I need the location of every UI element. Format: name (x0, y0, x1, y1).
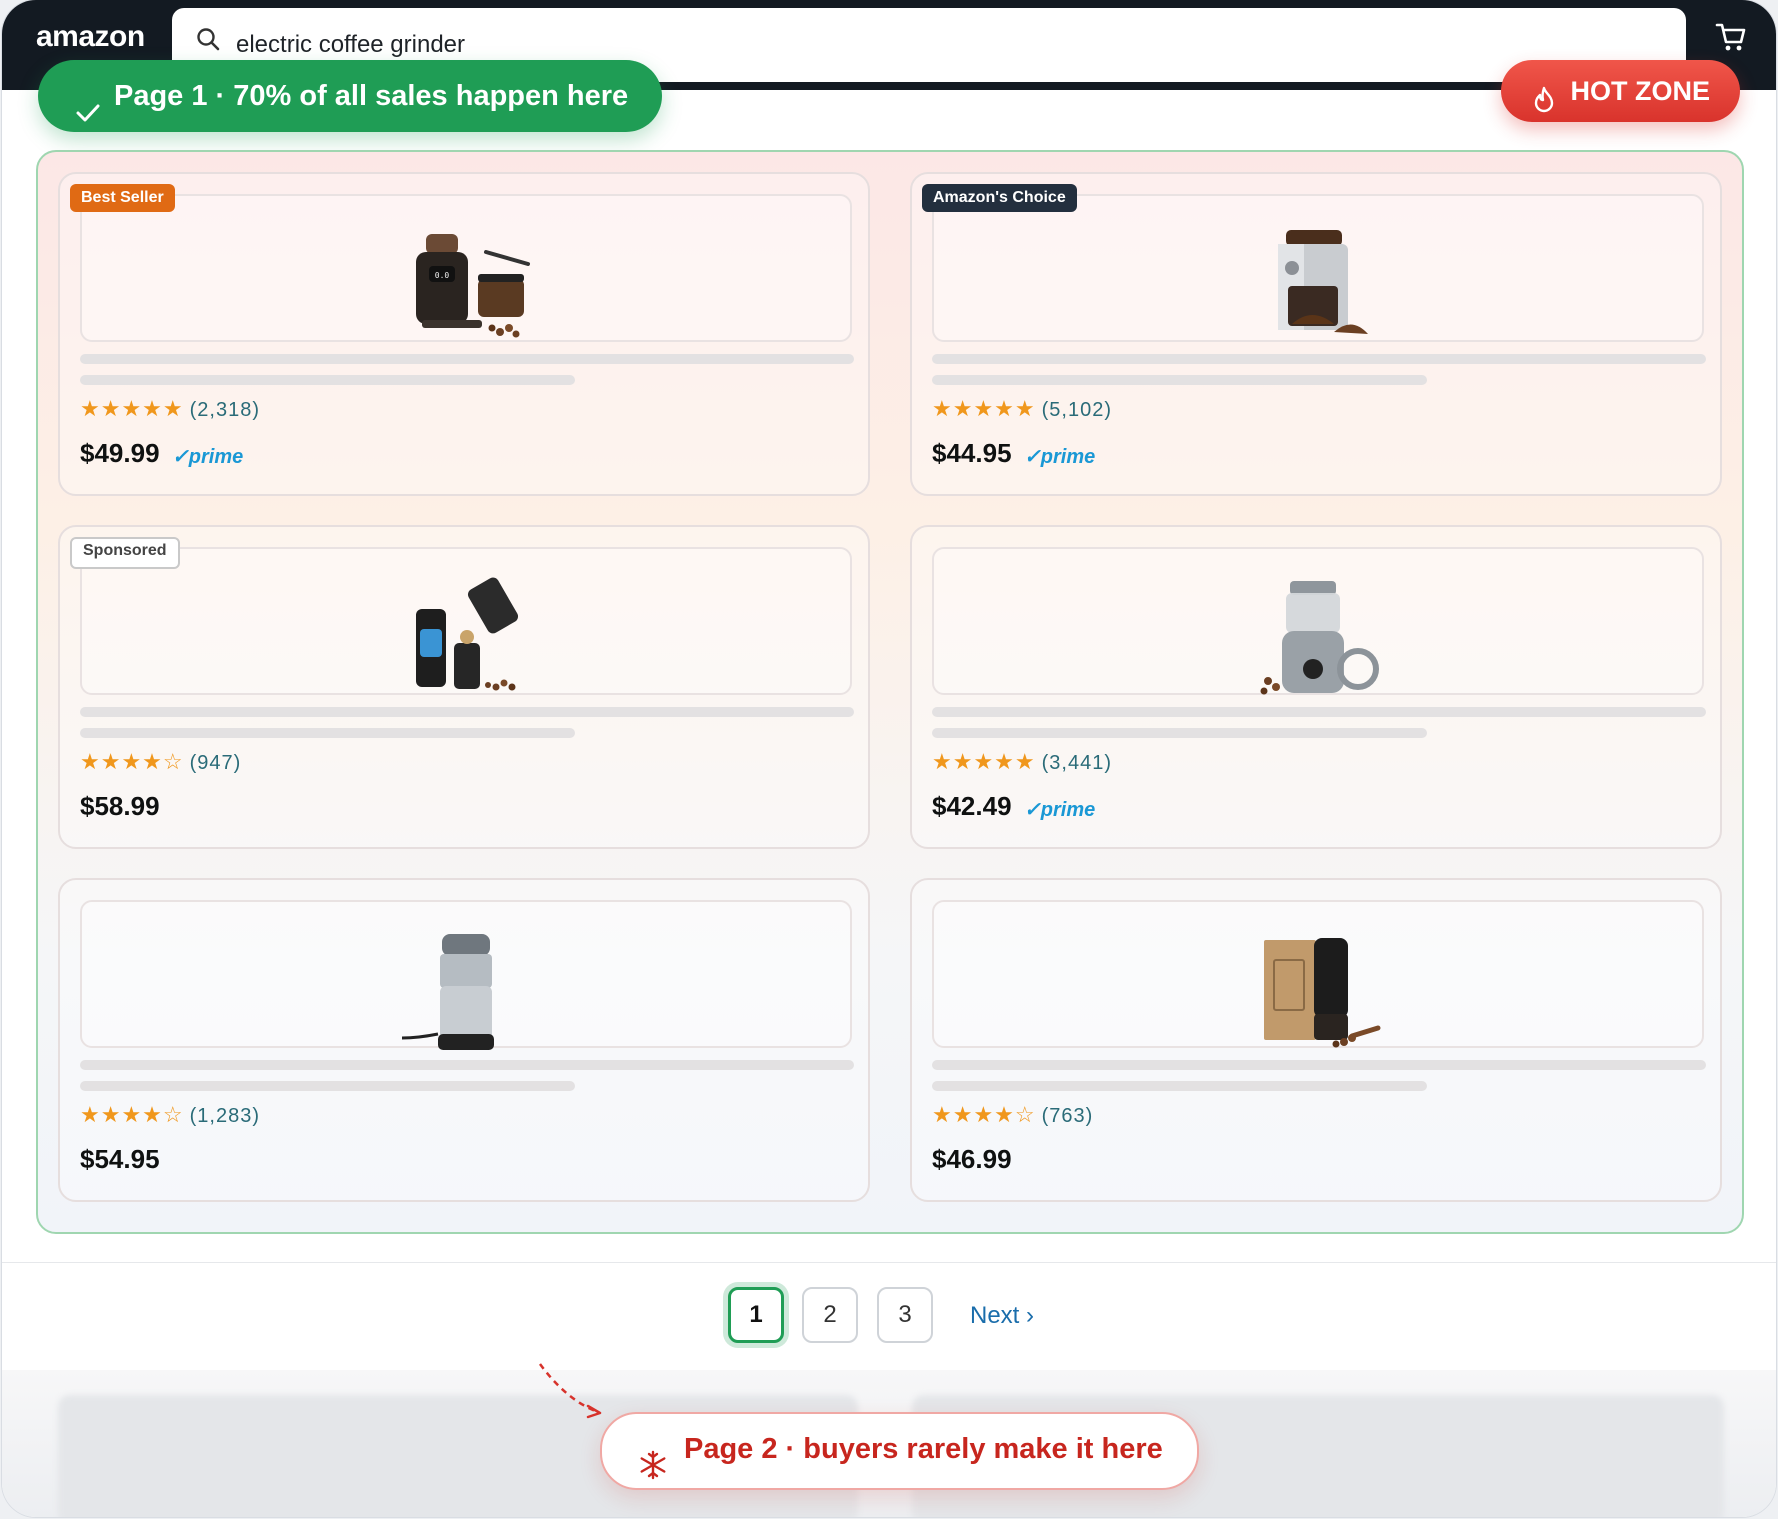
divider (2, 1262, 1776, 1263)
review-count[interactable]: (763) (1042, 1105, 1094, 1127)
product-card[interactable]: 0.0 Best Seller ★★★★★ (2,318) $49.99 ✓pri… (58, 172, 870, 496)
check-icon (74, 82, 102, 154)
title-placeholder (80, 354, 854, 364)
prime-badge: ✓prime (172, 446, 244, 468)
snowflake-icon (638, 1436, 668, 1506)
review-count[interactable]: (1,283) (190, 1105, 260, 1127)
review-count[interactable]: (5,102) (1042, 399, 1112, 421)
flame-icon (1531, 75, 1557, 137)
best-seller-badge: Best Seller (70, 184, 175, 212)
rating[interactable]: ★★★★☆ (1,283) (80, 1102, 260, 1128)
title-placeholder (932, 375, 1427, 385)
search-icon[interactable] (196, 27, 222, 58)
burr-grinder-image[interactable]: 0.0 (396, 224, 536, 354)
hamilton-beach-grinder-image[interactable] (396, 930, 536, 1060)
product-image-frame (932, 547, 1704, 695)
star-rating: ★★★★☆ (932, 1102, 1036, 1127)
rating[interactable]: ★★★★★ (2,318) (80, 396, 260, 422)
product-image-frame: 0.0 (80, 194, 852, 342)
product-image-frame (80, 547, 852, 695)
title-placeholder (80, 728, 575, 738)
search-input[interactable]: electric coffee grinder (236, 31, 465, 59)
star-rating: ★★★★★ (932, 749, 1036, 774)
title-placeholder (80, 375, 575, 385)
sponsored-badge: Sponsored (70, 537, 180, 569)
browser-frame: amazon electric coffee grinder Page 1 · … (2, 0, 1776, 1517)
price: $46.99 (932, 1144, 1012, 1174)
title-placeholder (80, 1060, 854, 1070)
title-placeholder (932, 1081, 1427, 1091)
page2-callout-text: Page 2 · buyers rarely make it here (684, 1433, 1163, 1465)
amazons-choice-badge: Amazon's Choice (922, 184, 1077, 212)
star-rating: ★★★★☆ (80, 1102, 184, 1127)
title-placeholder (80, 707, 854, 717)
page-1-button[interactable]: 1 (728, 1287, 784, 1343)
page-2-button[interactable]: 2 (802, 1287, 858, 1343)
rating[interactable]: ★★★★☆ (763) (932, 1102, 1093, 1128)
price: $54.95 (80, 1144, 160, 1174)
black-cordless-grinder-image[interactable] (1248, 930, 1388, 1060)
silver-burr-grinder-image[interactable] (1248, 224, 1388, 354)
product-image-frame (932, 900, 1704, 1048)
rating[interactable]: ★★★★☆ (947) (80, 749, 241, 775)
review-count[interactable]: (2,318) (190, 399, 260, 421)
hot-zone-label: HOT ZONE (1570, 76, 1711, 106)
portable-grinder-image[interactable] (396, 577, 536, 707)
review-count[interactable]: (947) (190, 752, 242, 774)
title-placeholder (80, 1081, 575, 1091)
prime-badge: ✓prime (1024, 446, 1096, 468)
product-image-frame (932, 194, 1704, 342)
price: $49.99 (80, 438, 160, 468)
svg-text:0.0: 0.0 (435, 271, 450, 280)
stainless-blade-grinder-image[interactable] (1248, 577, 1388, 707)
title-placeholder (932, 707, 1706, 717)
price: $42.49 (932, 791, 1012, 821)
product-card[interactable]: ★★★★★ (3,441) $42.49 ✓prime (910, 525, 1722, 849)
rating[interactable]: ★★★★★ (5,102) (932, 396, 1112, 422)
product-card[interactable]: ★★★★☆ (763) $46.99 (910, 878, 1722, 1202)
star-rating: ★★★★☆ (80, 749, 184, 774)
product-card[interactable]: Amazon's Choice ★★★★★ (5,102) $44.95 ✓pri… (910, 172, 1722, 496)
hot-zone-badge: HOT ZONE (1500, 60, 1740, 122)
next-page-link[interactable]: Next › (970, 1302, 1034, 1330)
review-count[interactable]: (3,441) (1042, 752, 1112, 774)
page2-callout: Page 2 · buyers rarely make it here (600, 1412, 1199, 1490)
cart-icon[interactable] (1714, 20, 1748, 59)
rating[interactable]: ★★★★★ (3,441) (932, 749, 1112, 775)
amazon-logo[interactable]: amazon (36, 20, 145, 54)
title-placeholder (932, 354, 1706, 364)
page1-callout-text: Page 1 · 70% of all sales happen here (114, 80, 629, 112)
page1-callout: Page 1 · 70% of all sales happen here (38, 60, 663, 132)
title-placeholder (932, 728, 1427, 738)
price: $44.95 (932, 438, 1012, 468)
star-rating: ★★★★★ (932, 396, 1036, 421)
page-3-button[interactable]: 3 (877, 1287, 933, 1343)
product-image-frame (80, 900, 852, 1050)
title-placeholder (932, 1060, 1706, 1070)
prime-badge: ✓prime (1024, 799, 1096, 821)
product-card[interactable]: Sponsored ★★★★☆ (947) $58.99 (58, 525, 870, 849)
star-rating: ★★★★★ (80, 396, 184, 421)
product-card[interactable]: ★★★★☆ (1,283) $54.95 (58, 878, 870, 1202)
dashed-arrow-icon (538, 1363, 602, 1419)
page1-results-zone: 0.0 Best Seller ★★★★★ (2,318) $49.99 ✓pri… (36, 150, 1744, 1234)
price: $58.99 (80, 791, 160, 821)
